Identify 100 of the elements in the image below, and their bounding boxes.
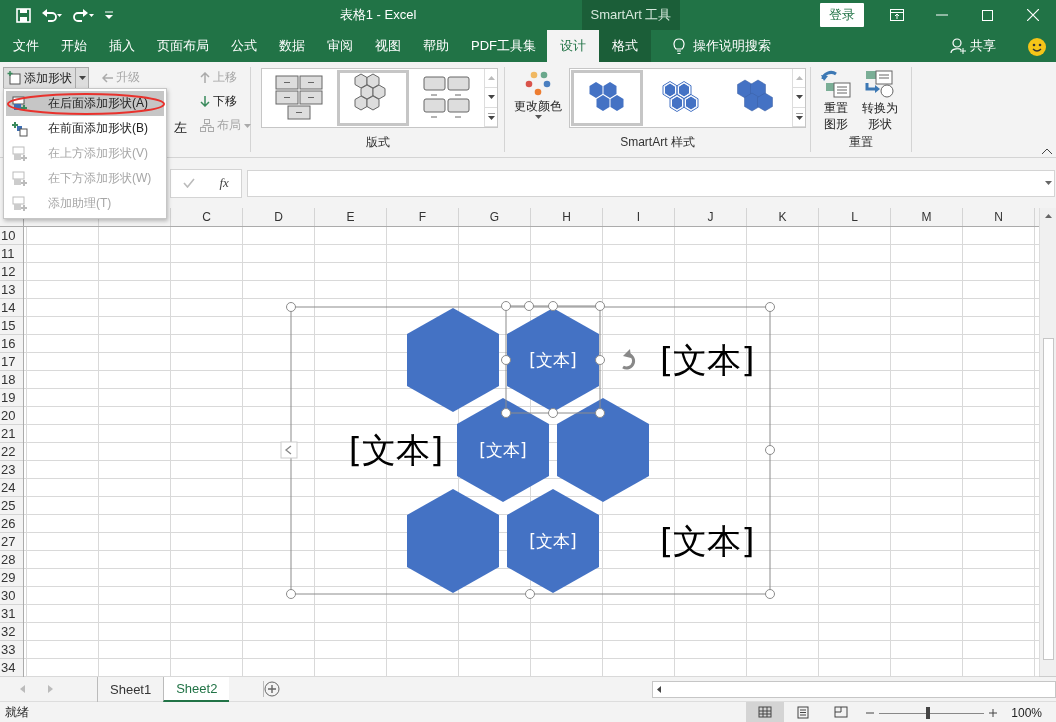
add-shape-split-button[interactable]: 添加形状 <box>3 67 89 89</box>
ribbon-tab[interactable]: 格式 <box>599 30 651 62</box>
column-header[interactable]: M <box>891 208 963 226</box>
row-header[interactable]: 13 <box>0 281 23 299</box>
label-text: [文本] <box>660 340 755 380</box>
add-shape-button[interactable]: 添加形状 <box>4 67 75 89</box>
normal-view-button[interactable] <box>746 702 785 722</box>
share-button[interactable]: 共享 <box>950 30 1056 62</box>
column-header[interactable]: H <box>531 208 603 226</box>
vertical-scrollbar[interactable] <box>1039 208 1056 676</box>
ribbon-tab[interactable]: 插入 <box>98 30 146 62</box>
row-header[interactable]: 14 <box>0 299 23 317</box>
close-icon <box>1027 9 1040 21</box>
hexagon[interactable] <box>407 489 499 593</box>
save-button[interactable] <box>14 5 33 25</box>
add-sheet-icon[interactable] <box>263 681 281 697</box>
row-header[interactable]: 26 <box>0 515 23 533</box>
formula-input[interactable] <box>247 169 1055 197</box>
row-header[interactable]: 22 <box>0 443 23 461</box>
style-option[interactable] <box>571 70 643 126</box>
row-header[interactable]: 10 <box>0 227 23 245</box>
ribbon-tab[interactable]: PDF工具集 <box>460 30 547 62</box>
column-header[interactable]: E <box>315 208 387 226</box>
group-label: 重置 <box>848 134 874 151</box>
row-header[interactable]: 20 <box>0 407 23 425</box>
row-header[interactable]: 16 <box>0 335 23 353</box>
column-header[interactable]: N <box>963 208 1035 226</box>
ribbon-display-icon <box>890 9 905 21</box>
ribbon-tab[interactable]: 审阅 <box>316 30 364 62</box>
ribbon-tab[interactable]: 页面布局 <box>146 30 220 62</box>
menu-item[interactable]: 在前面添加形状(B) <box>6 116 164 141</box>
change-colors-button[interactable]: 更改颜色 <box>511 67 565 134</box>
column-header[interactable]: J <box>675 208 747 226</box>
move-down-button[interactable]: 下移 <box>197 91 254 112</box>
ribbon-tab[interactable]: 视图 <box>364 30 412 62</box>
row-header[interactable]: 19 <box>0 389 23 407</box>
zoom-level[interactable]: 100% <box>1011 705 1042 720</box>
redo-button[interactable] <box>71 6 97 24</box>
collapse-ribbon-icon[interactable] <box>1042 148 1052 154</box>
row-header[interactable]: 17 <box>0 353 23 371</box>
hexagon[interactable] <box>557 398 649 502</box>
row-header[interactable]: 11 <box>0 245 23 263</box>
column-header[interactable]: L <box>819 208 891 226</box>
column-header[interactable]: F <box>387 208 459 226</box>
row-header[interactable]: 28 <box>0 551 23 569</box>
customize-toolbar-button[interactable] <box>103 9 115 21</box>
rotate-cursor-icon <box>622 349 636 370</box>
row-header[interactable]: 30 <box>0 587 23 605</box>
ribbon-tab[interactable]: 公式 <box>220 30 268 62</box>
expand-icon <box>795 113 803 121</box>
hexagon[interactable] <box>507 308 599 412</box>
row-header[interactable]: 25 <box>0 497 23 515</box>
sheet-tab[interactable]: Sheet2 <box>163 676 230 702</box>
row-header[interactable]: 12 <box>0 263 23 281</box>
sign-in-button[interactable]: 登录 <box>820 3 865 27</box>
ribbon-tab[interactable]: 开始 <box>50 30 98 62</box>
zoom-in-icon[interactable] <box>989 708 998 717</box>
reset-graphic-button[interactable]: 重置 图形 <box>817 67 855 134</box>
menu-item[interactable]: 在后面添加形状(A) <box>6 91 164 116</box>
horizontal-scrollbar[interactable] <box>652 680 1056 698</box>
convert-to-shapes-icon <box>864 69 896 99</box>
row-header[interactable]: 33 <box>0 641 23 659</box>
column-header[interactable]: G <box>459 208 531 226</box>
row-header[interactable]: 24 <box>0 479 23 497</box>
row-header[interactable]: 18 <box>0 371 23 389</box>
expand-icon <box>487 113 495 121</box>
up-caret-icon <box>795 76 803 81</box>
column-header[interactable]: C <box>171 208 243 226</box>
insert-function-button[interactable]: fx <box>219 175 229 191</box>
column-header[interactable]: D <box>243 208 315 226</box>
row-header[interactable]: 21 <box>0 425 23 443</box>
ribbon-tab[interactable]: 帮助 <box>412 30 460 62</box>
layout-option[interactable] <box>337 70 409 126</box>
hexagon[interactable] <box>407 308 499 412</box>
text-pane-toggle[interactable] <box>280 441 298 459</box>
selection-box[interactable] <box>501 301 605 418</box>
smartart-frame[interactable] <box>286 302 775 599</box>
convert-to-shapes-button[interactable]: 转换为 形状 <box>859 67 901 134</box>
color-dots-icon <box>525 71 551 97</box>
page-icon <box>796 706 811 719</box>
add-shape-icon <box>12 95 28 112</box>
right-to-left-button[interactable]: 左 <box>174 119 187 137</box>
column-header[interactable]: I <box>603 208 675 226</box>
zoom-thumb[interactable] <box>925 706 930 719</box>
row-header[interactable]: 29 <box>0 569 23 587</box>
minimize-icon <box>936 14 949 16</box>
hexagon[interactable] <box>507 489 599 593</box>
row-header[interactable]: 15 <box>0 317 23 335</box>
column-header[interactable]: K <box>747 208 819 226</box>
hexagon[interactable] <box>457 398 549 502</box>
row-header[interactable]: 31 <box>0 605 23 623</box>
row-header[interactable]: 23 <box>0 461 23 479</box>
smiley-icon[interactable] <box>1028 38 1046 56</box>
row-header[interactable]: 32 <box>0 623 23 641</box>
ribbon-tab[interactable]: 设计 <box>547 30 599 62</box>
ribbon-tab[interactable]: 文件 <box>2 30 50 62</box>
ribbon-tab[interactable]: 数据 <box>268 30 316 62</box>
tell-me-search[interactable]: 操作说明搜索 <box>667 30 777 62</box>
person-icon <box>950 38 966 54</box>
row-header[interactable]: 27 <box>0 533 23 551</box>
